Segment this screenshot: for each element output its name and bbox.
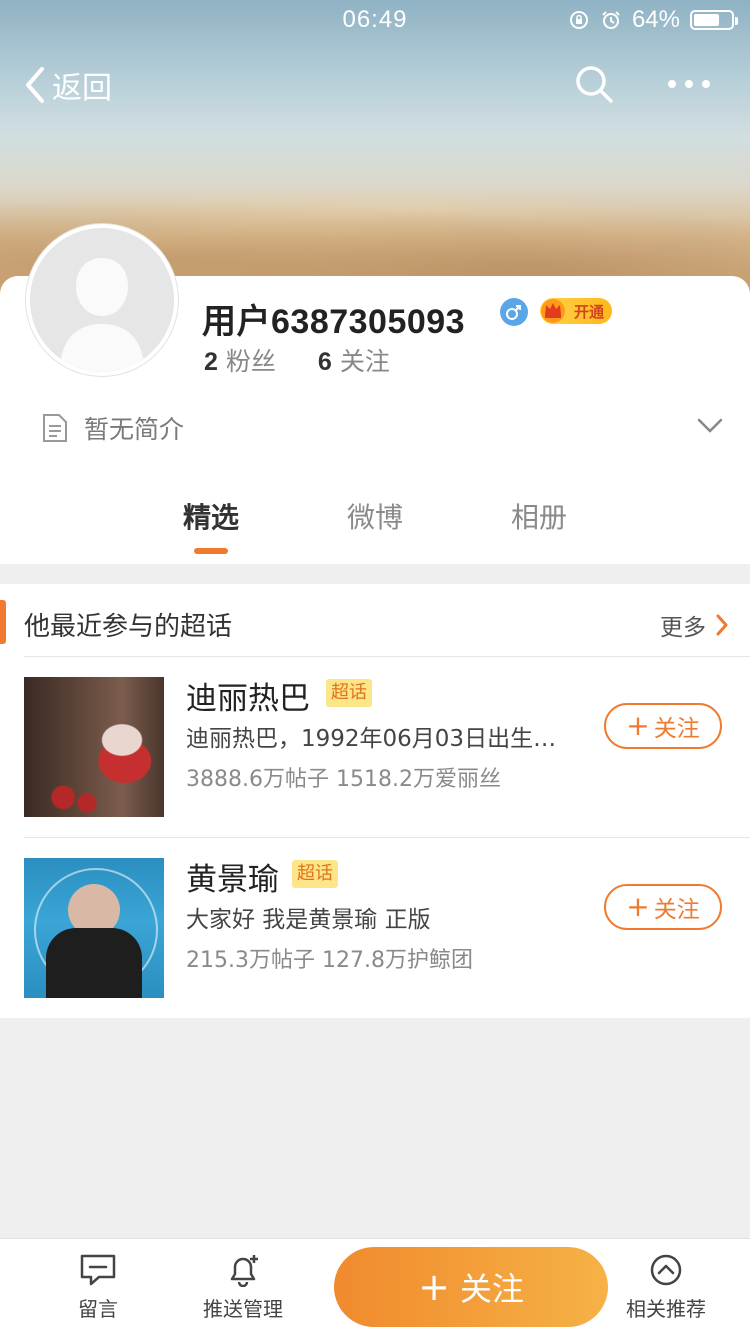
- related-recommend-button[interactable]: 相关推荐: [624, 1253, 708, 1322]
- battery-percent: 64%: [631, 6, 680, 33]
- fans-stat[interactable]: 2 粉丝: [204, 342, 276, 378]
- topic-name: 迪丽热巴: [186, 681, 310, 717]
- super-topic-badge: 超话: [292, 860, 338, 888]
- topic-thumbnail: [24, 677, 164, 817]
- section-accent-bar: [0, 600, 6, 644]
- plus-icon: +: [418, 1265, 450, 1309]
- topic-name: 黄景瑜: [186, 862, 279, 898]
- back-button[interactable]: 返回: [22, 62, 112, 108]
- chevron-down-icon[interactable]: [696, 414, 724, 438]
- plus-icon: +: [626, 709, 650, 742]
- more-label: 更多: [660, 615, 706, 641]
- topic-meta: 215.3万帖子 127.8万护鲸团: [186, 948, 473, 973]
- username: 用户6387305093: [202, 303, 466, 341]
- profile-stats: 2 粉丝 6 关注: [204, 342, 390, 378]
- follow-topic-button[interactable]: + 关注: [604, 884, 722, 930]
- tab-album[interactable]: 相册: [479, 496, 599, 536]
- message-button[interactable]: 留言: [78, 1253, 118, 1322]
- section-title: 他最近参与的超话: [24, 612, 233, 642]
- tab-weibo[interactable]: 微博: [315, 496, 435, 536]
- topic-meta: 3888.6万帖子 1518.2万爱丽丝: [186, 767, 501, 792]
- chat-bubble-icon: [80, 1254, 116, 1286]
- fans-count: 2: [204, 348, 218, 376]
- default-avatar-icon: [30, 228, 174, 372]
- status-bar: 06:49 64%: [0, 0, 750, 40]
- intro-row: 暂无简介: [42, 410, 184, 446]
- more-icon[interactable]: [666, 70, 712, 98]
- vip-label: 开通: [573, 302, 604, 321]
- thumb-uniform: [46, 928, 142, 998]
- plus-icon: +: [626, 890, 650, 923]
- following-label: 关注: [339, 347, 390, 376]
- more-button[interactable]: 更多: [660, 608, 728, 642]
- back-label: 返回: [52, 71, 112, 106]
- following-stat[interactable]: 6 关注: [318, 342, 390, 378]
- following-count: 6: [317, 348, 332, 376]
- intro-text: 暂无简介: [84, 415, 185, 444]
- battery-icon: [690, 10, 738, 30]
- super-topic-badge: 超话: [326, 679, 372, 707]
- chevron-right-icon: [716, 614, 728, 636]
- follow-label: 关注: [653, 716, 700, 742]
- rotation-lock-icon: [569, 11, 588, 29]
- document-icon: [43, 414, 67, 442]
- profile-tabs: 精选 微博 相册: [0, 496, 750, 564]
- bell-icon: [230, 1255, 258, 1287]
- search-icon[interactable]: [574, 64, 614, 104]
- chevron-left-icon: [26, 67, 44, 103]
- bottom-action-bar: 留言 推送管理 + 关注 相关推荐: [0, 1238, 750, 1334]
- recommend-label: 相关推荐: [626, 1297, 706, 1321]
- avatar[interactable]: [26, 224, 178, 376]
- topic-thumbnail: [24, 858, 164, 998]
- follow-topic-button[interactable]: + 关注: [604, 703, 722, 749]
- follow-user-button[interactable]: + 关注: [334, 1247, 608, 1327]
- message-label: 留言: [78, 1297, 118, 1321]
- topic-description: 迪丽热巴，1992年06月03日出生…: [186, 726, 557, 752]
- tab-active-indicator: [194, 548, 228, 554]
- follow-label: 关注: [653, 897, 700, 923]
- follow-user-label: 关注: [459, 1270, 524, 1308]
- topic-item[interactable]: 黄景瑜 超话 大家好 我是黄景瑜 正版 215.3万帖子 127.8万护鲸团 +…: [0, 838, 750, 1018]
- chevron-up-circle-icon: [650, 1254, 682, 1286]
- crown-icon: [541, 299, 565, 323]
- topic-item[interactable]: 迪丽热巴 超话 迪丽热巴，1992年06月03日出生… 3888.6万帖子 15…: [0, 657, 750, 838]
- male-icon: [500, 298, 528, 326]
- push-label: 推送管理: [203, 1297, 283, 1321]
- fans-label: 粉丝: [225, 347, 276, 376]
- alarm-icon: [602, 11, 620, 29]
- push-management-button[interactable]: 推送管理: [202, 1253, 284, 1322]
- vip-open-badge[interactable]: 开通: [540, 298, 612, 324]
- status-right: 64%: [568, 6, 738, 34]
- tab-featured[interactable]: 精选: [151, 496, 271, 536]
- super-topics-section: 他最近参与的超话 更多 迪丽热巴 超话 迪丽热巴，1992年06月03日出生… …: [0, 584, 750, 1018]
- topic-description: 大家好 我是黄景瑜 正版: [186, 907, 431, 933]
